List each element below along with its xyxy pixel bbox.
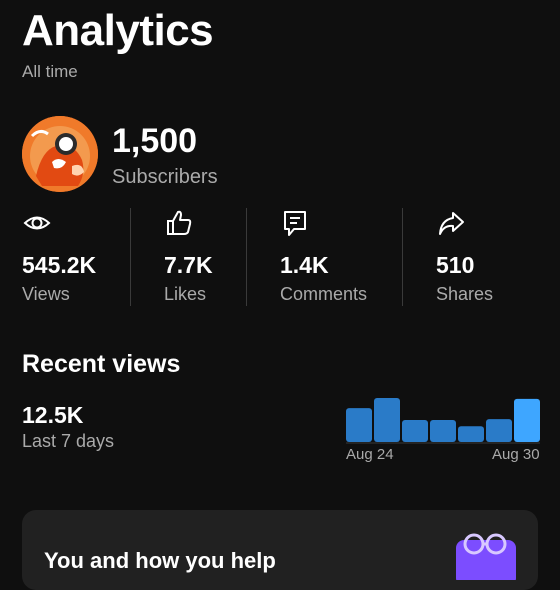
eye-icon [22,208,52,238]
channel-avatar[interactable] [22,116,98,192]
share-icon [436,208,466,238]
likes-label: Likes [164,284,207,304]
period-label[interactable]: All time [22,62,78,82]
stat-comments[interactable]: 1.4K Comments [280,208,367,304]
recent-views-period: Last 7 days [22,431,115,451]
recent-views-title: Recent views [22,350,181,378]
recent-views-chart[interactable] [346,390,540,444]
stat-divider [246,208,247,306]
shares-label: Shares [436,284,494,304]
shares-value: 510 [436,252,475,278]
comments-label: Comments [280,284,368,304]
promo-card[interactable]: You and how you help [22,510,538,590]
thumbs-up-icon [164,208,194,238]
views-label: Views [22,284,70,304]
stat-divider [130,208,131,306]
stat-shares[interactable]: 510 Shares [436,208,493,304]
chart-end-label: Aug 30 [492,446,540,463]
recent-views-value: 12.5K [22,402,84,428]
page-title: Analytics [22,6,214,55]
comment-icon [280,208,310,238]
chart-bar [458,426,484,442]
likes-value: 7.7K [164,252,213,278]
chart-bar [514,398,540,442]
subscriber-count: 1,500 [112,122,198,160]
comments-value: 1.4K [280,252,329,278]
chart-bar [402,420,428,442]
stat-divider [402,208,403,306]
avatar-image [22,116,98,192]
promo-illustration-icon [450,530,520,586]
chart-bar [374,398,400,442]
chart-bar [430,420,456,442]
chart-bar [486,419,512,442]
chart-bar [346,408,372,442]
chart-start-label: Aug 24 [346,446,394,463]
stat-views[interactable]: 545.2K Views [22,208,96,304]
subscriber-label: Subscribers [112,166,218,188]
promo-card-text: You and how you help [44,548,276,573]
stat-likes[interactable]: 7.7K Likes [164,208,213,304]
views-value: 545.2K [22,252,97,278]
